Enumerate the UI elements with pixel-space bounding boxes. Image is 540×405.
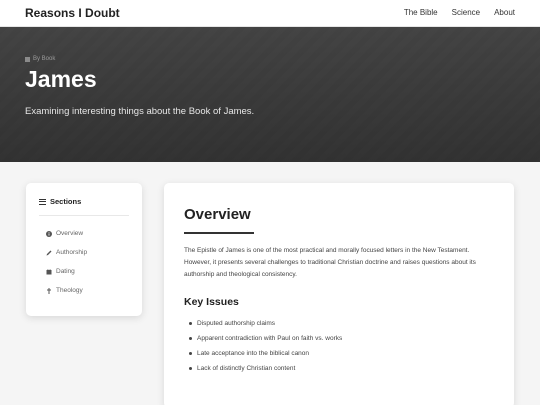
overview-paragraph: The Epistle of James is one of the most … [184, 247, 476, 278]
key-issues-list: Disputed authorship claims Apparent cont… [189, 319, 342, 379]
hero-banner: By Book James Examining interesting thin… [0, 27, 540, 162]
sidebar-item-overview[interactable]: Overview [46, 230, 83, 237]
pen-icon [46, 250, 52, 256]
hero-overlay [0, 27, 540, 162]
list-item: Late acceptance into the biblical canon [189, 349, 342, 364]
nav-link-about[interactable]: About [494, 8, 515, 17]
nav-link-the-bible[interactable]: The Bible [404, 8, 438, 17]
page-title: James [25, 66, 97, 92]
sidebar-item-label: Overview [56, 230, 84, 237]
sections-sidebar: Sections Overview Authorship Dating Theo… [26, 183, 142, 316]
section-title: Overview [184, 206, 251, 223]
sidebar-item-label: Theology [56, 287, 83, 294]
page-subtitle: Examining interesting things about the B… [25, 106, 255, 117]
sidebar-item-dating[interactable]: Dating [46, 268, 75, 275]
nav-link-science[interactable]: Science [452, 8, 480, 17]
list-item: Lack of distinctly Christian content [189, 364, 342, 379]
content-card: Overview The Epistle of James is one of … [164, 183, 514, 405]
sidebar-item-label: Authorship [56, 249, 88, 256]
site-brand[interactable]: Reasons I Doubt [25, 6, 120, 20]
sidebar-item-theology[interactable]: Theology [46, 287, 83, 294]
sidebar-item-authorship[interactable]: Authorship [46, 249, 87, 256]
list-item: Apparent contradiction with Paul on fait… [189, 334, 342, 349]
book-icon [25, 56, 30, 62]
title-underline [184, 232, 254, 234]
key-issues-heading: Key Issues [184, 296, 239, 308]
sidebar-header: Sections [39, 197, 81, 206]
cross-icon [46, 287, 52, 294]
list-icon [39, 198, 46, 205]
sidebar-divider [39, 215, 129, 216]
breadcrumb-label: By Book [33, 56, 56, 62]
nav-links: The Bible Science About [404, 8, 515, 17]
sidebar-title: Sections [50, 197, 82, 206]
sidebar-item-label: Dating [56, 268, 75, 275]
info-icon [46, 230, 52, 237]
calendar-icon [46, 268, 52, 275]
list-item: Disputed authorship claims [189, 319, 342, 334]
navbar: Reasons I Doubt The Bible Science About [0, 0, 540, 27]
breadcrumb[interactable]: By Book [25, 56, 55, 62]
